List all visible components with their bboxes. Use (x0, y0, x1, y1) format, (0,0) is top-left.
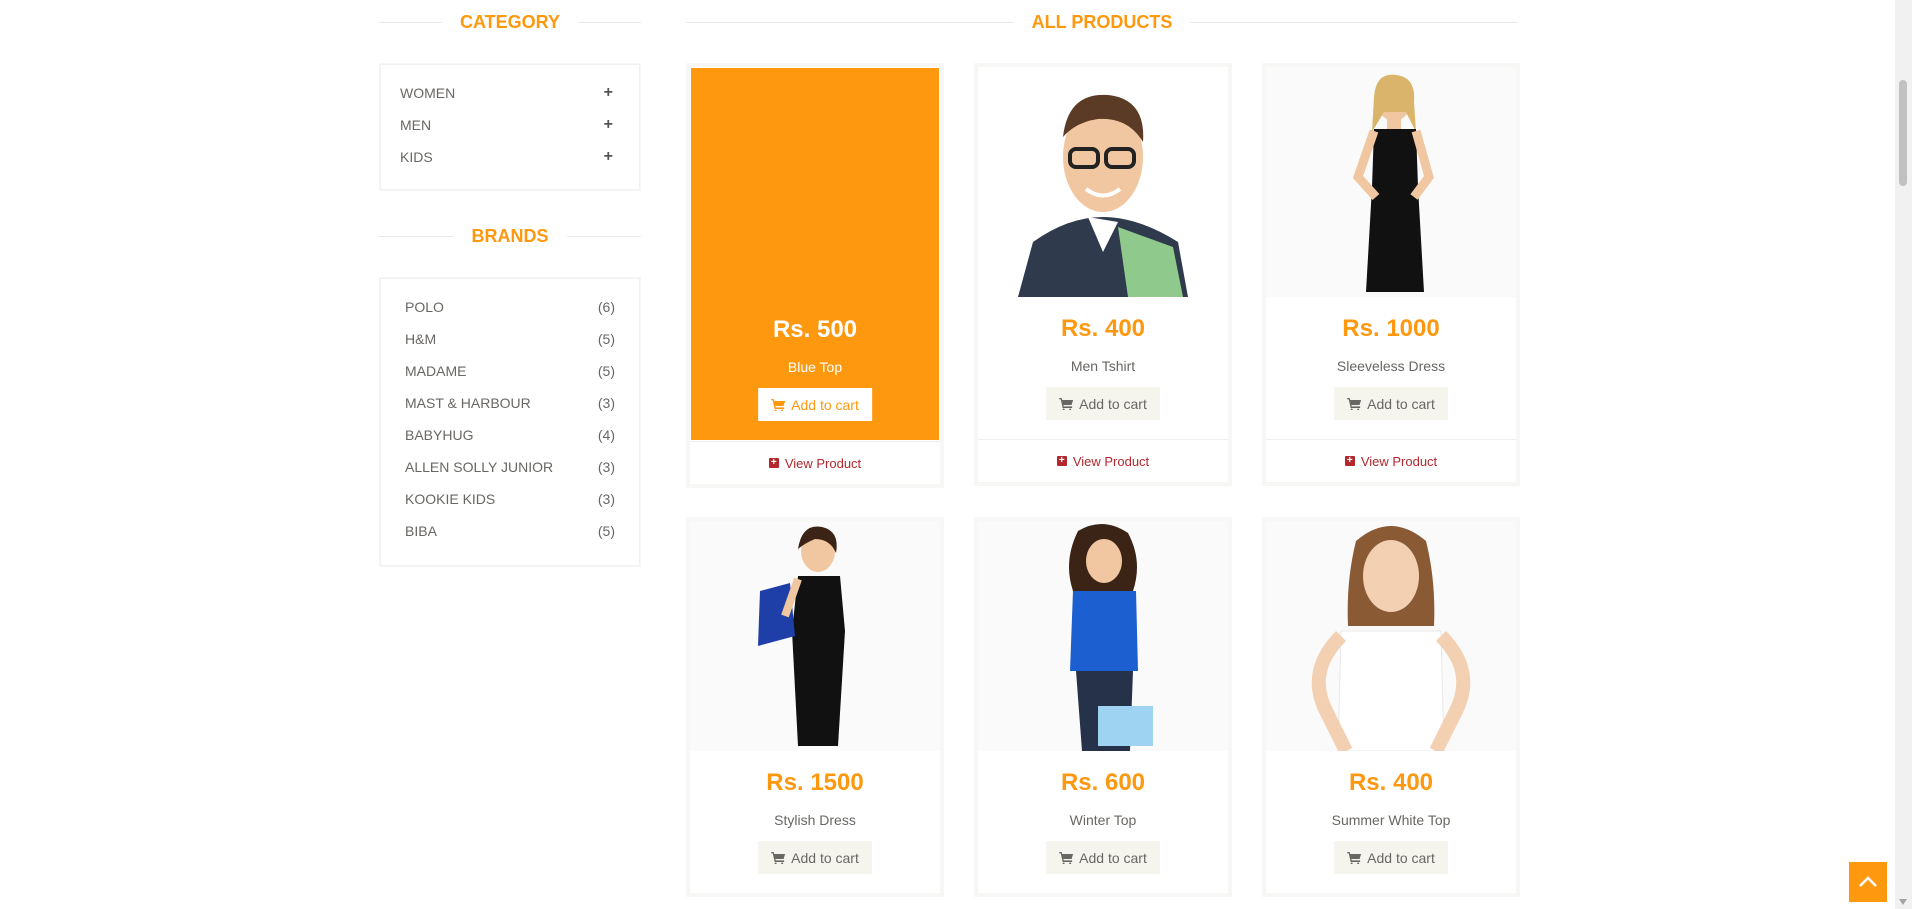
plus-icon[interactable]: + (604, 84, 613, 102)
add-to-cart-button[interactable]: Add to cart (758, 388, 872, 421)
brand-count: (3) (597, 395, 615, 411)
product-name: Blue Top (787, 359, 843, 375)
add-to-cart-label: Add to cart (1367, 849, 1435, 866)
brand-item-babyhug[interactable]: BABYHUG (4) (380, 419, 640, 451)
view-product-label: View Product (1360, 453, 1438, 469)
brand-count: (5) (597, 363, 615, 379)
brands-title: BRANDS (471, 225, 549, 246)
product-name: Sleeveless Dress (1336, 358, 1446, 374)
category-label: KIDS (400, 149, 433, 165)
category-heading: CATEGORY (379, 10, 642, 34)
plus-square-icon: + (1344, 456, 1355, 466)
category-panel: WOMEN + MEN + KIDS + (379, 63, 641, 191)
category-item-kids[interactable]: KIDS + (380, 141, 640, 173)
add-to-cart-label: Add to cart (1079, 849, 1147, 866)
brand-name[interactable]: BABYHUG (405, 427, 473, 443)
product-price: Rs. 1500 (766, 769, 864, 796)
add-to-cart-label: Add to cart (1079, 395, 1147, 412)
plus-icon[interactable]: + (604, 116, 613, 134)
cart-icon (771, 851, 786, 864)
product-price: Rs. 1000 (1342, 315, 1440, 342)
product-image (1266, 521, 1516, 751)
add-to-cart-button[interactable]: Add to cart (1046, 387, 1160, 420)
cart-icon (1347, 397, 1362, 410)
brand-count: (3) (597, 459, 615, 475)
product-price: Rs. 500 (772, 316, 858, 343)
add-to-cart-button[interactable]: Add to cart (1334, 841, 1448, 874)
brand-name[interactable]: ALLEN SOLLY JUNIOR (405, 459, 553, 475)
add-to-cart-label: Add to cart (1367, 395, 1435, 412)
brand-count: (5) (597, 523, 615, 539)
add-to-cart-button[interactable]: Add to cart (1046, 841, 1160, 874)
product-name: Winter Top (1069, 812, 1137, 828)
product-card: Rs. 500 Blue Top Add to cart + View Prod… (686, 63, 944, 488)
brand-name[interactable]: MADAME (405, 363, 466, 379)
category-label: MEN (400, 117, 432, 133)
cart-icon (1059, 851, 1074, 864)
product-image (1266, 67, 1516, 297)
brand-name[interactable]: POLO (405, 299, 444, 315)
scroll-down-arrow-icon[interactable] (1899, 899, 1907, 905)
product-name: Men Tshirt (1070, 358, 1136, 374)
product-name: Summer White Top (1331, 812, 1451, 828)
brand-item-mast-harbour[interactable]: MAST & HARBOUR (3) (380, 387, 640, 419)
plus-icon[interactable]: + (604, 148, 613, 166)
all-products-title: ALL PRODUCTS (1031, 11, 1173, 32)
brands-heading: BRANDS (379, 224, 642, 248)
brand-item-kookie-kids[interactable]: KOOKIE KIDS (3) (380, 483, 640, 515)
brand-count: (3) (597, 491, 615, 507)
product-name: Stylish Dress (774, 812, 856, 828)
brand-item-allen-solly-junior[interactable]: ALLEN SOLLY JUNIOR (3) (380, 451, 640, 483)
product-price: Rs. 400 (1348, 769, 1434, 796)
category-item-men[interactable]: MEN + (380, 109, 640, 141)
cart-icon (771, 398, 786, 411)
cart-icon (1059, 397, 1074, 410)
scroll-to-top-button[interactable] (1849, 862, 1887, 902)
scrollbar-thumb[interactable] (1899, 80, 1907, 186)
view-product-label: View Product (784, 455, 862, 471)
add-to-cart-label: Add to cart (791, 396, 859, 413)
brand-count: (4) (597, 427, 615, 443)
cart-icon (1347, 851, 1362, 864)
plus-square-icon: + (768, 458, 779, 468)
product-card: Rs. 400 Men Tshirt Add to cart + View Pr… (974, 63, 1232, 486)
brand-count: (6) (597, 299, 615, 315)
brand-item-madame[interactable]: MADAME (5) (380, 355, 640, 387)
brand-item-polo[interactable]: POLO (6) (380, 291, 640, 323)
view-product-link[interactable]: + View Product (978, 439, 1228, 482)
add-to-cart-label: Add to cart (791, 849, 859, 866)
brand-name[interactable]: BIBA (405, 523, 437, 539)
brand-item-biba[interactable]: BIBA (5) (380, 515, 640, 547)
plus-square-icon: + (1056, 456, 1067, 466)
chevron-up-icon (1859, 876, 1877, 887)
product-card: Rs. 1500 Stylish Dress Add to cart (686, 517, 944, 897)
add-to-cart-button[interactable]: Add to cart (758, 841, 872, 874)
brand-name[interactable]: KOOKIE KIDS (405, 491, 495, 507)
brand-item-hm[interactable]: H&M (5) (380, 323, 640, 355)
product-card: Rs. 400 Summer White Top Add to cart (1262, 517, 1520, 897)
product-price: Rs. 600 (1060, 769, 1146, 796)
page-scrollbar[interactable] (1895, 0, 1912, 909)
category-item-women[interactable]: WOMEN + (380, 77, 640, 109)
category-title: CATEGORY (460, 11, 561, 32)
product-image (690, 521, 940, 751)
view-product-link[interactable]: + View Product (1266, 439, 1516, 482)
view-product-link[interactable]: + View Product (690, 441, 940, 484)
brand-name[interactable]: MAST & HARBOUR (405, 395, 531, 411)
product-image (978, 67, 1228, 297)
product-card: Rs. 600 Winter Top Add to cart (974, 517, 1232, 897)
product-image (978, 521, 1228, 751)
brand-name[interactable]: H&M (405, 331, 436, 347)
brand-count: (5) (597, 331, 615, 347)
product-price: Rs. 400 (1060, 315, 1146, 342)
product-card: Rs. 1000 Sleeveless Dress Add to cart + … (1262, 63, 1520, 486)
brands-panel: POLO (6) H&M (5) MADAME (5) MAST & HARBO… (379, 277, 641, 567)
view-product-label: View Product (1072, 453, 1150, 469)
add-to-cart-button[interactable]: Add to cart (1334, 387, 1448, 420)
category-label: WOMEN (400, 85, 456, 101)
all-products-heading: ALL PRODUCTS (686, 10, 1519, 34)
